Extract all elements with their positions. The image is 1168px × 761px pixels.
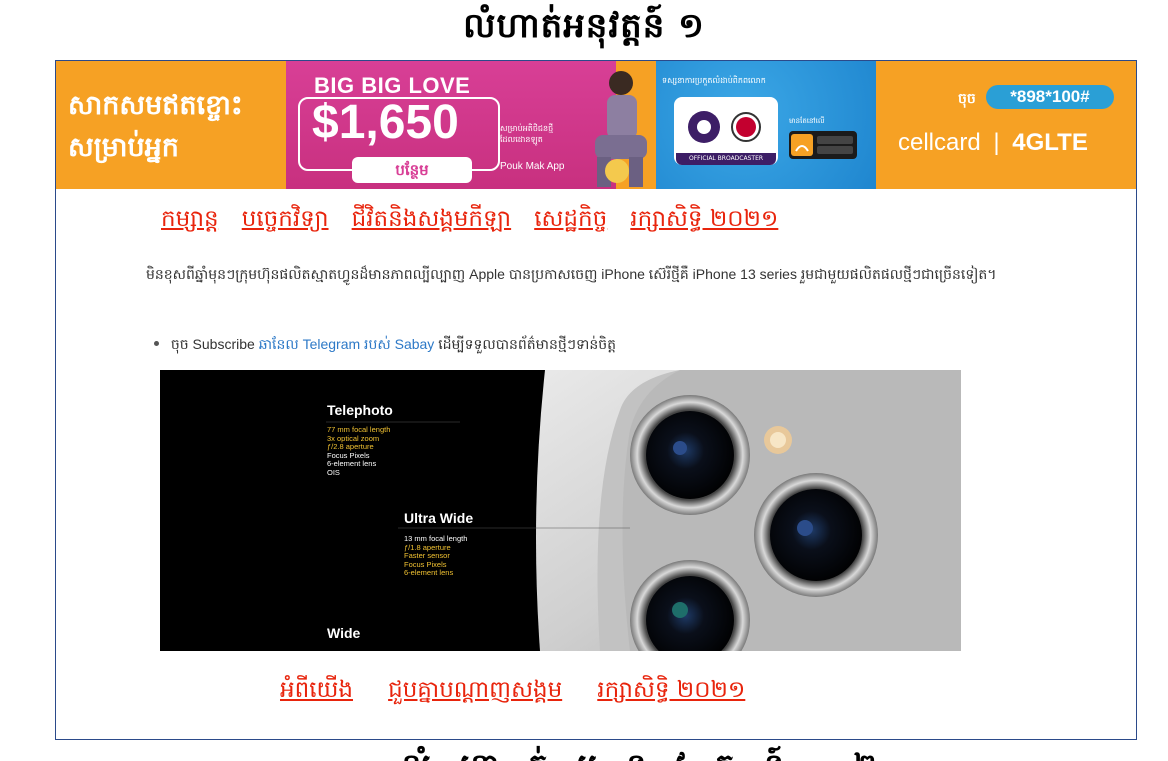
bullet-suffix: ដើម្បីទទួលបានព័ត៌មានថ្មីៗទាន់ចិត្ត xyxy=(438,336,617,352)
telephoto-title: Telephoto xyxy=(327,402,393,418)
telegram-channel-link[interactable]: ឆានែល Telegram របស់ Sabay xyxy=(259,336,435,352)
iphone-camera-image xyxy=(326,370,961,651)
subscribe-bullet: ចុច Subscribe ឆានែល Telegram របស់ Sabay … xyxy=(154,335,616,356)
next-heading: លំហាត់អនុវត្តន៍ ២ xyxy=(402,746,907,761)
nav-link-life-society-sport[interactable]: ជីវិតនិងសង្គមកីឡា xyxy=(352,206,511,232)
top-nav: កម្សាន្ត បច្ចេកវិទ្យា ជីវិតនិងសង្គមកីឡា … xyxy=(161,205,796,239)
brand-name: cellcard xyxy=(898,129,981,156)
broadcast-label: OFFICIAL BROADCASTER xyxy=(676,153,776,165)
telephoto-specs: 77 mm focal length 3x optical zoom ƒ/2.8… xyxy=(327,425,390,477)
promo-person-image xyxy=(595,71,647,187)
article-photo: Telephoto 77 mm focal length 3x optical … xyxy=(160,370,961,651)
wide-title: Wide xyxy=(327,625,361,641)
bullet-prefix: ចុច Subscribe xyxy=(170,336,255,352)
promo-price: $1,650 xyxy=(312,96,459,149)
promo-bonus-badge: បន្ថែម xyxy=(352,157,472,183)
banner-brand-panel xyxy=(876,61,1136,189)
nav-link-technology[interactable]: បច្ចេកវិទ្យា xyxy=(242,206,329,232)
nav-link-economy[interactable]: សេដ្ឋកិច្ច xyxy=(534,206,607,232)
watch-note: មានតែនៅលើ xyxy=(789,117,825,125)
banner-left-panel: សាកសមឥតខ្ចោះ សម្រាប់អ្នក xyxy=(56,61,286,189)
nav-link-entertainment[interactable]: កម្សាន្ត xyxy=(161,206,219,232)
dial-code: *898*100# xyxy=(986,85,1114,109)
page-frame: សាកសមឥតខ្ចោះ សម្រាប់អ្នក BIG BIG LOVE $1… xyxy=(55,60,1137,740)
footer-nav: អំពីយើង ជួបគ្នាបណ្តាញសង្គម រក្សាសិទ្ធិ ២… xyxy=(280,676,775,710)
app-name: Pouk Mak App xyxy=(500,161,565,172)
footer-link-about[interactable]: អំពីយើង xyxy=(280,677,353,703)
ultrawide-spec: 6-element lens xyxy=(404,568,454,577)
brand-logo: cellcard | 4GLTE xyxy=(898,129,1088,156)
banner-slogan-line2: សម្រាប់អ្នក xyxy=(68,132,179,163)
bullet-dot-icon xyxy=(154,340,159,346)
nav-link-copyright[interactable]: រក្សាសិទ្ធិ ២០២១ xyxy=(630,206,778,232)
footer-link-social[interactable]: ជួបគ្នាបណ្តាញសង្គម xyxy=(388,677,562,703)
page-heading: លំហាត់អនុវត្តន៍ ១ xyxy=(463,6,705,46)
sports-caption: ទស្សនាការប្រកួតលំដាប់ពិភពលោក xyxy=(662,76,766,85)
ultrawide-title: Ultra Wide xyxy=(404,510,474,526)
ad-banner[interactable]: សាកសមឥតខ្ចោះ សម្រាប់អ្នក BIG BIG LOVE $1… xyxy=(56,61,1136,189)
store-badge xyxy=(789,131,857,159)
app-note: សម្រាប់អតិថិជនថ្មីដែលដោនឡូត xyxy=(500,124,554,144)
telephoto-spec: OIS xyxy=(327,467,340,477)
ultrawide-specs: 13 mm focal length ƒ/1.8 aperture Faster… xyxy=(404,534,467,578)
next-heading-cropped: លំហាត់អនុវត្តន៍ ២ xyxy=(0,742,1168,761)
article-intro: មិនខុសពីឆ្នាំមុនៗក្រុមហ៊ុនផលិតស្មាតហ្វូន… xyxy=(146,266,997,282)
brand-network: 4GLTE xyxy=(1012,129,1088,156)
footer-link-copyright[interactable]: រក្សាសិទ្ធិ ២០២១ xyxy=(597,677,745,703)
banner-slogan-line1: សាកសមឥតខ្ចោះ xyxy=(68,90,243,121)
dial-code-label: ចុច xyxy=(958,91,976,107)
